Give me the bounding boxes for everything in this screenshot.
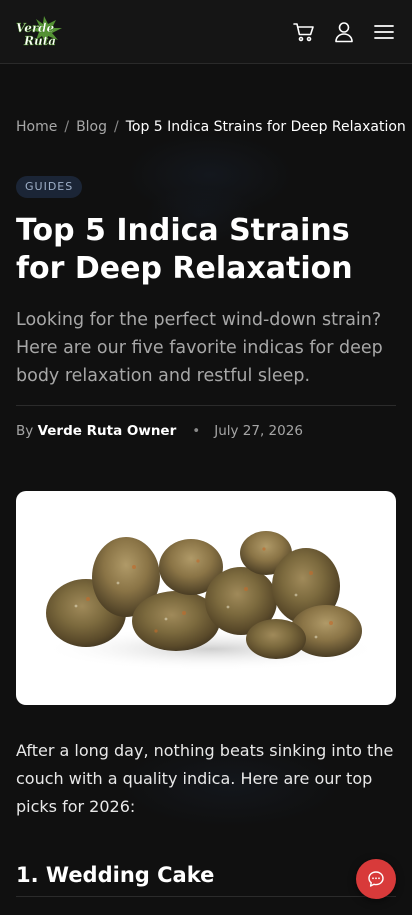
svg-text:Ruta: Ruta [23,34,56,48]
author-name[interactable]: Verde Ruta Owner [38,423,177,439]
meta-dot: • [192,423,201,439]
menu-icon[interactable] [372,20,396,44]
breadcrumb: Home / Blog / Top 5 Indica Strains for Deep … [16,117,406,137]
site-logo[interactable]: Verde Ruta [14,14,68,50]
category-badge[interactable]: GUIDES [16,176,83,198]
site-header: Verde Ruta [0,0,412,64]
article-meta: By Verde Ruta Owner • July 27, 2026 [16,421,396,441]
publish-date: July 27, 2026 [214,423,303,439]
svg-text:Verde: Verde [16,21,55,35]
chat-icon [368,871,384,887]
breadcrumb-separator: / [114,119,119,135]
breadcrumb-home[interactable]: Home [16,119,57,135]
by-label: By [16,423,34,439]
section-heading: 1. Wedding Cake [16,863,215,887]
chat-button[interactable] [356,859,396,899]
article-title: Top 5 Indica Strains for Deep Relaxation [16,213,353,286]
article-lede: Looking for the perfect wind-down strain… [16,310,383,386]
cart-icon[interactable] [292,20,316,44]
breadcrumb-separator: / [64,119,70,135]
breadcrumb-current: Top 5 Indica Strains for Deep Relaxation [125,119,406,135]
account-icon[interactable] [332,20,356,44]
divider [16,405,396,406]
hero-image [16,491,396,705]
breadcrumb-blog[interactable]: Blog [76,119,107,135]
divider [16,896,396,897]
article-intro: After a long day, nothing beats sinking … [16,741,394,816]
